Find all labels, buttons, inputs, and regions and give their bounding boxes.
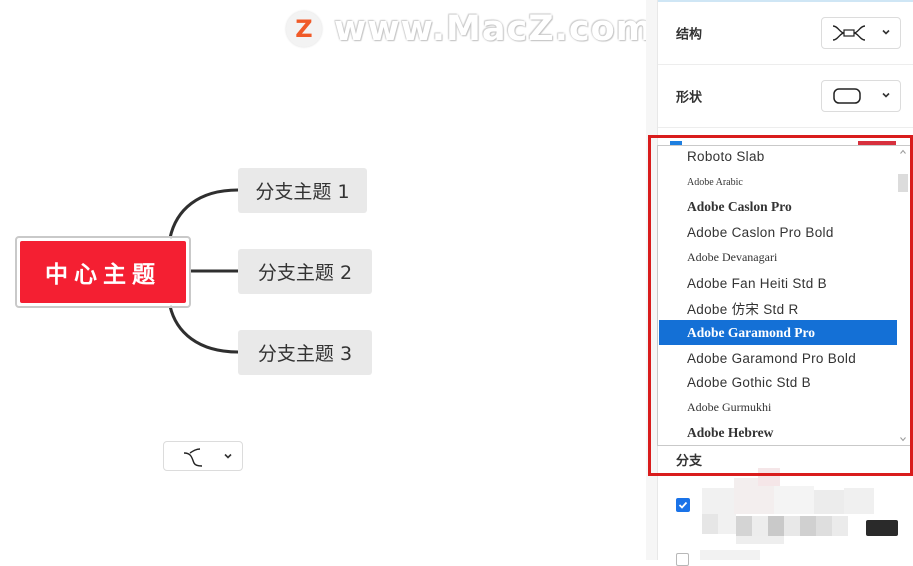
chevron-down-icon	[882, 29, 890, 35]
font-option[interactable]: Adobe Gurmukhi	[659, 395, 899, 420]
font-option[interactable]: Adobe Devanagari	[659, 245, 899, 270]
structure-row: 结构	[658, 2, 913, 65]
mindmap-canvas[interactable]: Z www.MacZ.com 中心主题 分支主题 1 分支主题 2 分支主题 3	[0, 0, 646, 560]
branch-topic-2[interactable]: 分支主题 2	[238, 249, 372, 294]
structure-label: 结构	[676, 27, 703, 43]
rounded-rect-icon	[833, 88, 861, 104]
scroll-down-arrow-icon[interactable]	[900, 436, 906, 442]
font-option[interactable]: Adobe Fan Heiti Std B	[659, 271, 899, 296]
font-option[interactable]: Adobe Caslon Pro Bold	[659, 220, 899, 245]
branch-topic-1[interactable]: 分支主题 1	[238, 168, 367, 213]
curved-branch-icon	[183, 448, 203, 467]
font-family-dropdown[interactable]: Roboto Slab Adobe Arabic Adobe Caslon Pr…	[657, 145, 911, 446]
check-icon	[678, 501, 688, 509]
font-option[interactable]: Adobe Gothic Std B	[659, 370, 899, 395]
structure-select[interactable]	[821, 17, 901, 49]
shape-select[interactable]	[821, 80, 901, 112]
chevron-down-icon	[882, 92, 890, 98]
central-topic-label: 中心主题	[20, 241, 186, 303]
font-option[interactable]: Adobe Caslon Pro	[659, 194, 899, 219]
rainbow-branch-checkbox[interactable]	[676, 498, 690, 512]
scroll-thumb[interactable]	[898, 174, 908, 192]
structure-map-icon	[832, 25, 866, 41]
central-topic[interactable]: 中心主题	[15, 236, 191, 308]
font-option[interactable]: Roboto Slab	[659, 146, 899, 169]
font-option[interactable]: Adobe Hebrew	[659, 420, 899, 445]
font-option[interactable]: Adobe Arabic	[659, 170, 899, 195]
font-option-selected[interactable]: Adobe Garamond Pro	[659, 320, 899, 345]
scroll-up-arrow-icon[interactable]	[900, 149, 906, 155]
dropdown-scrollbar[interactable]	[897, 146, 909, 445]
branch-label: 分支	[676, 454, 703, 469]
shape-label: 形状	[676, 90, 703, 106]
branch-select[interactable]	[163, 441, 243, 471]
chevron-down-icon	[224, 453, 232, 459]
shape-row: 形状	[658, 65, 913, 128]
branch-topic-3[interactable]: 分支主题 3	[238, 330, 372, 375]
font-option[interactable]: Adobe Garamond Pro Bold	[659, 346, 899, 371]
font-option[interactable]: Adobe 仿宋 Std R	[659, 295, 899, 320]
